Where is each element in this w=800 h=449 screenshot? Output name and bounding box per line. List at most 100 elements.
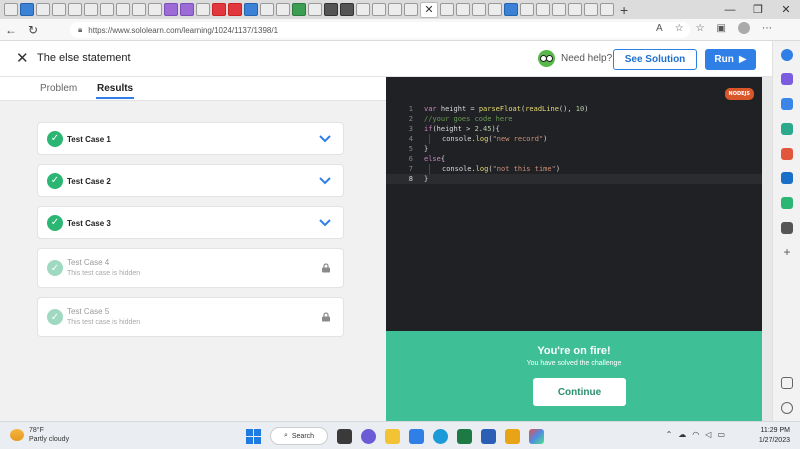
lock-icon[interactable]: 🔒︎: [78, 25, 82, 35]
browser-tab[interactable]: [472, 3, 486, 16]
browser-tab[interactable]: [84, 3, 98, 16]
refresh-icon[interactable]: ↻: [22, 23, 44, 37]
browser-tab[interactable]: [20, 3, 34, 16]
add-icon[interactable]: +: [781, 246, 793, 258]
browser-tab[interactable]: [260, 3, 274, 16]
active-browser-tab[interactable]: ✕: [420, 1, 438, 18]
browser-tab[interactable]: [116, 3, 130, 16]
windows-start-icon[interactable]: [246, 428, 261, 444]
browser-tab[interactable]: [148, 3, 162, 16]
new-tab-icon[interactable]: +: [620, 2, 628, 18]
browser-tab[interactable]: [456, 3, 470, 16]
sublime-text-icon[interactable]: [505, 428, 520, 444]
wifi-icon[interactable]: ◠: [692, 430, 699, 439]
task-view-icon[interactable]: [337, 428, 352, 444]
chevron-down-icon[interactable]: [319, 176, 331, 185]
browser-tab[interactable]: [164, 3, 178, 16]
code-line-current[interactable]: 8 }: [386, 174, 762, 184]
notes-icon[interactable]: [781, 222, 793, 234]
close-icon[interactable]: ✕: [16, 49, 29, 67]
test-case-item[interactable]: ✓ Test Case 1: [37, 122, 344, 155]
code-text[interactable]: console.log("new record"): [442, 134, 547, 144]
code-area[interactable]: 1 var height = parseFloat(readLine(), 10…: [386, 104, 762, 184]
battery-icon[interactable]: ▭: [717, 430, 725, 439]
browser-tab[interactable]: [228, 3, 242, 16]
browser-tab[interactable]: [244, 3, 258, 16]
browser-tab[interactable]: [68, 3, 82, 16]
settings-icon[interactable]: [781, 402, 793, 414]
browser-tab[interactable]: [52, 3, 66, 16]
code-line[interactable]: 3 if(height > 2.45){: [386, 124, 762, 134]
need-help-label[interactable]: Need help?: [561, 53, 612, 64]
code-line[interactable]: 4 console.log("new record"): [386, 134, 762, 144]
browser-tab[interactable]: [504, 3, 518, 16]
chat-icon[interactable]: [361, 428, 376, 444]
help-area[interactable]: Need help?: [538, 50, 612, 67]
chevron-down-icon[interactable]: [319, 134, 331, 143]
more-icon[interactable]: ⋯: [762, 23, 772, 34]
code-line[interactable]: 5 }: [386, 144, 762, 154]
browser-tab[interactable]: [372, 3, 386, 16]
tab-results[interactable]: Results: [95, 83, 135, 99]
page-scrollbar[interactable]: [762, 77, 772, 421]
discover-icon[interactable]: [781, 73, 793, 85]
office-icon[interactable]: [781, 148, 793, 160]
excel-icon[interactable]: [457, 428, 472, 444]
tools-icon[interactable]: [781, 123, 793, 135]
app-icon[interactable]: [529, 428, 544, 444]
test-case-item[interactable]: ✓ Test Case 3: [37, 206, 344, 239]
browser-tab[interactable]: [308, 3, 322, 16]
browser-tab[interactable]: [568, 3, 582, 16]
back-icon[interactable]: ←: [0, 23, 22, 37]
profile-avatar[interactable]: [738, 22, 750, 34]
browser-tab[interactable]: [600, 3, 614, 16]
mail-icon[interactable]: [409, 428, 424, 444]
code-text[interactable]: }: [424, 174, 428, 184]
favorite-add-icon[interactable]: ☆: [675, 23, 684, 34]
code-text[interactable]: else{: [424, 154, 445, 164]
system-clock[interactable]: 11:29 PM 1/27/2023: [759, 426, 790, 446]
code-text[interactable]: console.log("not this time"): [442, 164, 560, 174]
browser-tab[interactable]: [440, 3, 454, 16]
file-explorer-icon[interactable]: [385, 428, 400, 444]
word-icon[interactable]: [481, 428, 496, 444]
collections-icon[interactable]: ▣: [717, 23, 726, 34]
continue-button[interactable]: Continue: [533, 378, 626, 406]
browser-tab[interactable]: [36, 3, 50, 16]
weather-widget[interactable]: 78°F Partly cloudy: [10, 426, 69, 444]
close-window-icon[interactable]: ✕: [772, 3, 800, 16]
run-button[interactable]: Run ▶: [705, 49, 756, 70]
taskbar-search[interactable]: ⌕ Search: [270, 427, 328, 445]
code-line[interactable]: 2 //your goes code here: [386, 114, 762, 124]
browser-tab[interactable]: [552, 3, 566, 16]
volume-icon[interactable]: ◁: [705, 430, 711, 439]
read-aloud-icon[interactable]: A: [656, 23, 663, 34]
code-line[interactable]: 7 console.log("not this time"): [386, 164, 762, 174]
browser-tab[interactable]: [212, 3, 226, 16]
browser-tab[interactable]: [536, 3, 550, 16]
see-solution-button[interactable]: See Solution: [613, 49, 697, 70]
code-editor[interactable]: NODEJS 1 var height = parseFloat(readLin…: [386, 77, 762, 331]
maximize-icon[interactable]: ❐: [744, 3, 772, 16]
code-line[interactable]: 6 else{: [386, 154, 762, 164]
browser-tab[interactable]: [520, 3, 534, 16]
code-text[interactable]: var height = parseFloat(readLine(), 10): [424, 104, 588, 114]
test-case-item[interactable]: ✓ Test Case 2: [37, 164, 344, 197]
minimize-icon[interactable]: —: [716, 4, 744, 16]
browser-tab[interactable]: [340, 3, 354, 16]
chevron-down-icon[interactable]: [319, 218, 331, 227]
shopping-icon[interactable]: [781, 98, 793, 110]
favorites-icon[interactable]: ☆: [696, 23, 705, 34]
drive-icon[interactable]: [781, 197, 793, 209]
browser-tab[interactable]: [132, 3, 146, 16]
browser-tab[interactable]: [324, 3, 338, 16]
outlook-icon[interactable]: [781, 172, 793, 184]
search-icon[interactable]: [781, 49, 793, 61]
tab-problem[interactable]: Problem: [40, 83, 77, 94]
browser-tab[interactable]: [404, 3, 418, 16]
browser-tab[interactable]: [100, 3, 114, 16]
browser-tab[interactable]: [276, 3, 290, 16]
edge-icon[interactable]: [433, 428, 448, 444]
browser-tab[interactable]: [196, 3, 210, 16]
browser-tab[interactable]: [356, 3, 370, 16]
